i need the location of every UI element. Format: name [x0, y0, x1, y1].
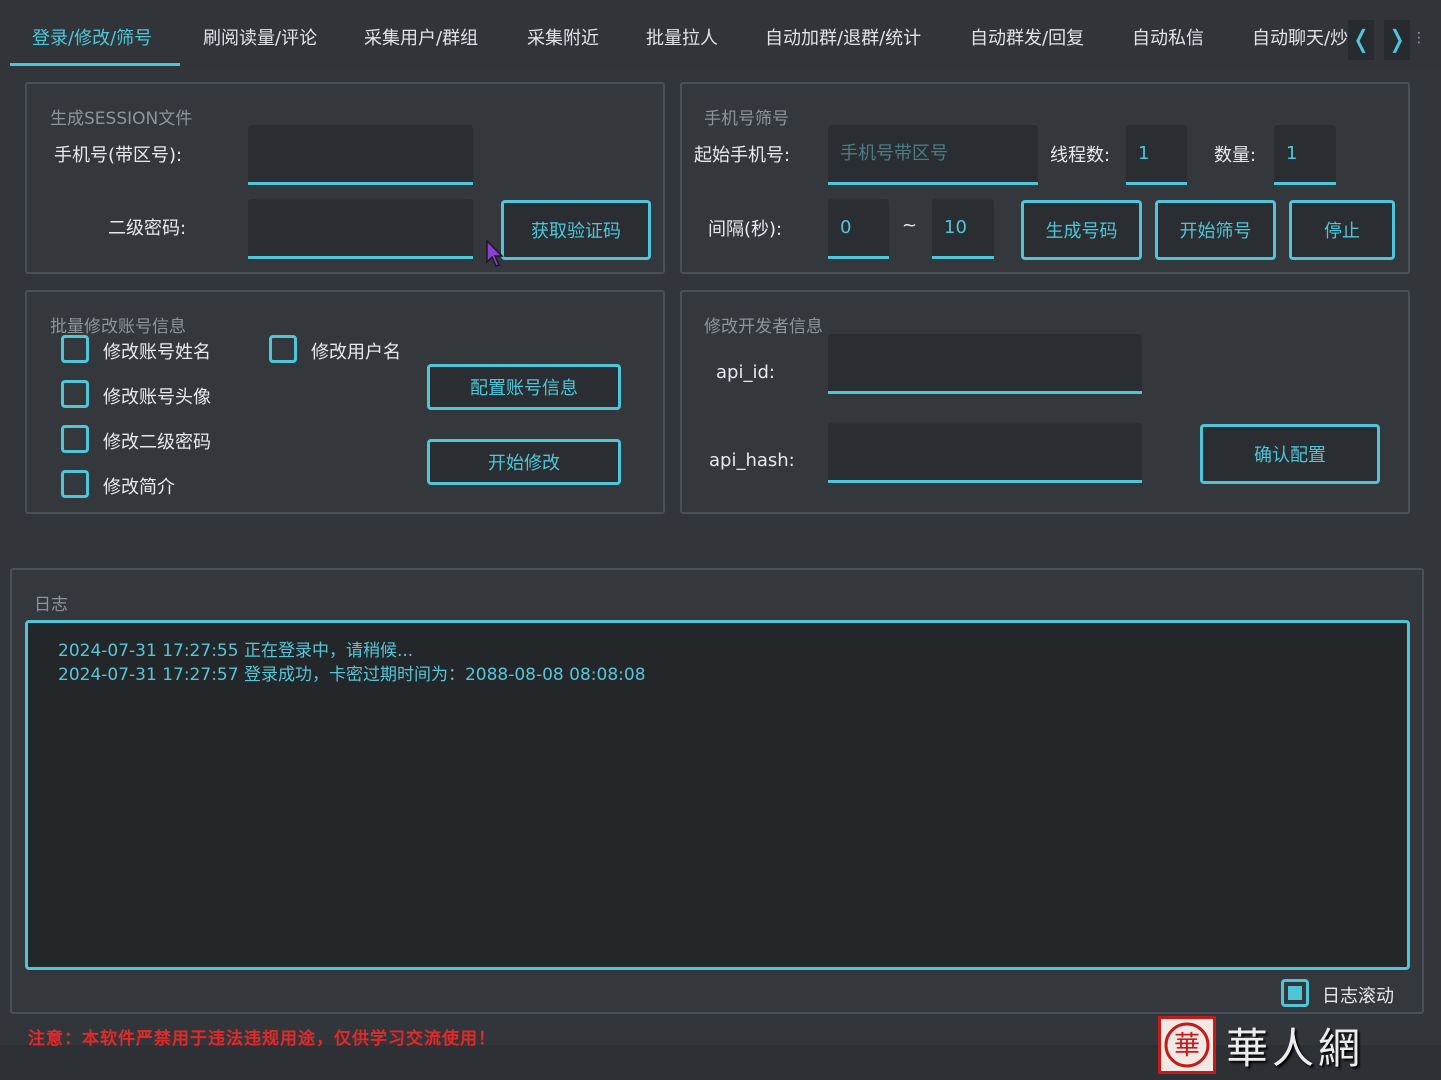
- mouse-cursor-icon: [486, 240, 504, 267]
- modify-bio-label[interactable]: 修改简介: [103, 473, 175, 499]
- tab-batch-pull[interactable]: 批量拉人: [646, 24, 718, 54]
- api-hash-input[interactable]: [828, 423, 1142, 483]
- log-line: 2024-07-31 17:27:57 登录成功，卡密过期时间为：2088-08…: [58, 665, 646, 685]
- watermark-logo: 華 華人網: [1158, 1014, 1428, 1076]
- seal-text: 華: [1174, 1031, 1200, 1061]
- tab-next-arrow-icon[interactable]: ❭: [1384, 20, 1410, 60]
- tab-login[interactable]: 登录/修改/筛号: [32, 24, 152, 54]
- modify-username-label[interactable]: 修改用户名: [311, 338, 401, 364]
- get-code-button[interactable]: 获取验证码: [501, 200, 651, 260]
- password-label: 二级密码:: [108, 218, 187, 239]
- tab-auto-broadcast[interactable]: 自动群发/回复: [970, 24, 1084, 54]
- tab-read-comment[interactable]: 刷阅读量/评论: [203, 24, 317, 54]
- session-group-title: 生成SESSION文件: [50, 109, 193, 129]
- tab-auto-chat[interactable]: 自动聊天/炒: [1252, 24, 1348, 54]
- api-id-label: api_id:: [716, 362, 775, 383]
- threads-input[interactable]: [1126, 125, 1187, 185]
- footer-warning: 注意：本软件严禁用于违法违规用途，仅供学习交流使用！: [28, 1029, 496, 1049]
- dev-group-title: 修改开发者信息: [704, 317, 823, 337]
- threads-label: 线程数:: [1050, 145, 1111, 166]
- batch-group-title: 批量修改账号信息: [50, 317, 186, 337]
- start-phone-label: 起始手机号:: [694, 145, 791, 166]
- phone-label: 手机号(带区号):: [54, 145, 183, 166]
- config-account-button[interactable]: 配置账号信息: [427, 364, 621, 410]
- log-title: 日志: [34, 595, 68, 615]
- count-label: 数量:: [1214, 145, 1257, 166]
- tab-collect-nearby[interactable]: 采集附近: [527, 24, 599, 54]
- filter-group-title: 手机号筛号: [704, 109, 789, 129]
- modify-username-checkbox[interactable]: [269, 335, 297, 363]
- password-input[interactable]: [248, 199, 473, 259]
- phone-input[interactable]: [248, 125, 473, 185]
- modify-name-checkbox[interactable]: [61, 335, 89, 363]
- api-id-input[interactable]: [828, 334, 1142, 394]
- modify-avatar-checkbox[interactable]: [61, 380, 89, 408]
- interval-from-input[interactable]: [828, 199, 889, 259]
- start-phone-input[interactable]: [828, 125, 1038, 185]
- tab-bar: 登录/修改/筛号 刷阅读量/评论 采集用户/群组 采集附近 批量拉人 自动加群/…: [0, 0, 1441, 70]
- interval-label: 间隔(秒):: [708, 219, 783, 240]
- watermark-text: 華人網: [1226, 1023, 1365, 1073]
- generate-numbers-button[interactable]: 生成号码: [1021, 200, 1142, 260]
- count-input[interactable]: [1274, 125, 1336, 185]
- start-modify-button[interactable]: 开始修改: [427, 439, 621, 485]
- confirm-config-button[interactable]: 确认配置: [1200, 424, 1380, 484]
- tab-prev-arrow-icon[interactable]: ❬: [1348, 20, 1374, 60]
- log-scroll-label[interactable]: 日志滚动: [1322, 982, 1394, 1008]
- log-output[interactable]: 2024-07-31 17:27:55 正在登录中，请稍候... 2024-07…: [25, 620, 1410, 970]
- stop-button[interactable]: 停止: [1289, 200, 1395, 260]
- interval-to-input[interactable]: [932, 199, 994, 259]
- active-tab-indicator: [10, 63, 180, 66]
- tab-auto-join[interactable]: 自动加群/退群/统计: [765, 24, 921, 54]
- modify-password-label[interactable]: 修改二级密码: [103, 428, 211, 454]
- start-filter-button[interactable]: 开始筛号: [1155, 200, 1276, 260]
- log-line: 2024-07-31 17:27:55 正在登录中，请稍候...: [58, 641, 414, 661]
- modify-password-checkbox[interactable]: [61, 425, 89, 453]
- interval-separator: ~: [902, 215, 918, 236]
- log-scroll-checkbox[interactable]: [1281, 979, 1309, 1007]
- tab-collect-users[interactable]: 采集用户/群组: [364, 24, 478, 54]
- tab-auto-dm[interactable]: 自动私信: [1132, 24, 1204, 54]
- modify-avatar-label[interactable]: 修改账号头像: [103, 383, 211, 409]
- api-hash-label: api_hash:: [709, 450, 795, 471]
- modify-name-label[interactable]: 修改账号姓名: [103, 338, 211, 364]
- more-icon: ⋮: [1412, 30, 1426, 46]
- modify-bio-checkbox[interactable]: [61, 470, 89, 498]
- seal-icon: 華: [1158, 1016, 1216, 1074]
